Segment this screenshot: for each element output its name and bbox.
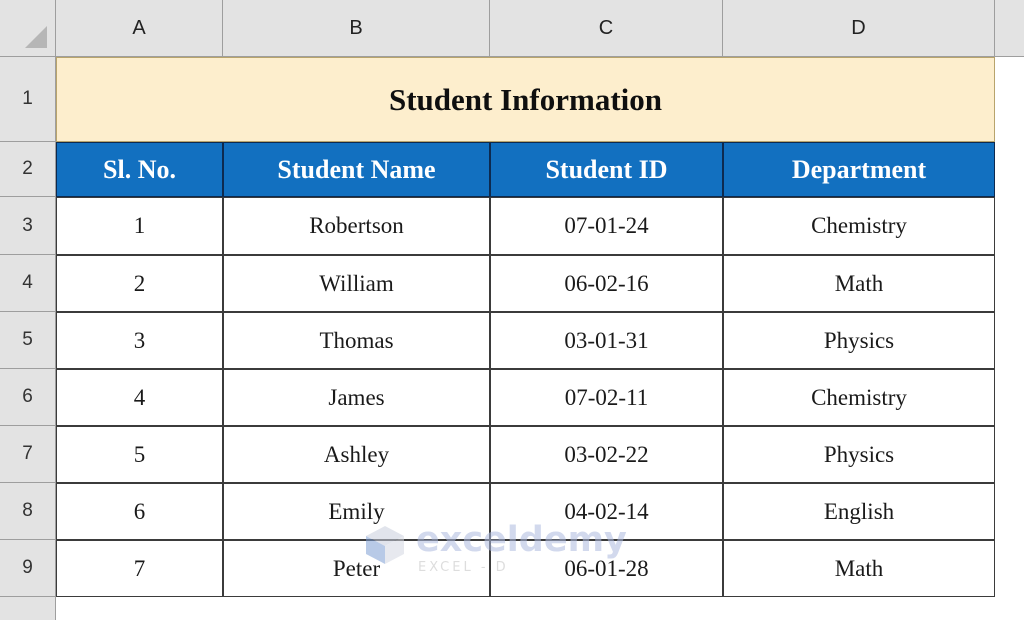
row-header-7[interactable]: 7 — [0, 426, 56, 483]
table-row[interactable]: 4 — [56, 369, 223, 426]
column-header-a[interactable]: A — [56, 0, 223, 56]
row-header-5[interactable]: 5 — [0, 312, 56, 369]
cell-department: Physics — [823, 327, 895, 353]
cell-sl-no: 2 — [133, 270, 146, 296]
cell-department: Physics — [823, 441, 895, 467]
column-header-c-label: C — [598, 16, 614, 39]
row-header-6[interactable]: 6 — [0, 369, 56, 426]
table-row[interactable]: Physics — [723, 426, 995, 483]
cell-student-id: 03-02-22 — [564, 441, 649, 467]
table-row[interactable]: Thomas — [223, 312, 490, 369]
cell-student-name: Peter — [332, 555, 381, 581]
table-row[interactable]: Chemistry — [723, 369, 995, 426]
table-row[interactable]: Physics — [723, 312, 995, 369]
row-header-7-label: 7 — [22, 443, 33, 464]
table-row[interactable]: 06-01-28 — [490, 540, 723, 597]
cell-student-name: Emily — [328, 498, 385, 524]
table-row[interactable]: 1 — [56, 197, 223, 255]
column-header-b-label: B — [349, 16, 363, 39]
cell-department: Math — [834, 555, 884, 581]
row-header-1[interactable]: 1 — [0, 57, 56, 142]
table-row[interactable]: Math — [723, 255, 995, 312]
cell-department: Chemistry — [811, 384, 907, 410]
cell-sl-no: 7 — [133, 555, 146, 581]
table-row[interactable]: 6 — [56, 483, 223, 540]
column-header-e[interactable] — [995, 0, 1024, 56]
column-header-d-label: D — [851, 16, 866, 39]
row-header-10[interactable] — [0, 597, 56, 620]
cell-student-name: James — [328, 384, 385, 410]
cell-student-id: 06-01-28 — [564, 555, 649, 581]
cell-department: Chemistry — [811, 213, 907, 238]
cell-student-id: 07-01-24 — [564, 213, 649, 238]
table-row[interactable]: 07-01-24 — [490, 197, 723, 255]
table-row[interactable]: Chemistry — [723, 197, 995, 255]
table-row[interactable]: Robertson — [223, 197, 490, 255]
table-row[interactable]: 3 — [56, 312, 223, 369]
column-header-a-label: A — [132, 16, 146, 39]
cell-sl-no: 3 — [133, 327, 146, 353]
table-row[interactable]: 5 — [56, 426, 223, 483]
cell-sl-no: 4 — [133, 384, 146, 410]
cell-student-name: William — [319, 270, 394, 296]
cell-student-name: Robertson — [309, 213, 404, 238]
cell-student-name: Thomas — [319, 327, 394, 353]
row-header-9-label: 9 — [22, 557, 33, 578]
row-header-4[interactable]: 4 — [0, 255, 56, 312]
cell-department: Math — [834, 270, 884, 296]
table-row[interactable]: Emily — [223, 483, 490, 540]
table-header-sl-no[interactable]: Sl. No. — [56, 142, 223, 197]
row-header-2[interactable]: 2 — [0, 142, 56, 197]
column-header-c[interactable]: C — [490, 0, 723, 56]
table-header-student-id-label: Student ID — [545, 154, 668, 184]
table-header-student-name-label: Student Name — [277, 154, 436, 184]
table-row[interactable]: James — [223, 369, 490, 426]
cell-student-id: 04-02-14 — [564, 498, 649, 524]
empty-column-e-area[interactable] — [995, 57, 1024, 620]
table-header-student-name[interactable]: Student Name — [223, 142, 490, 197]
table-header-student-id[interactable]: Student ID — [490, 142, 723, 197]
row-header-6-label: 6 — [22, 386, 33, 407]
row-header-8[interactable]: 8 — [0, 483, 56, 540]
table-header-sl-no-label: Sl. No. — [103, 154, 176, 184]
row-header-3[interactable]: 3 — [0, 197, 56, 255]
page-title: Student Information — [388, 81, 662, 117]
select-all-triangle-icon — [25, 26, 47, 48]
table-row[interactable]: 03-02-22 — [490, 426, 723, 483]
column-header-b[interactable]: B — [223, 0, 490, 56]
row-header-3-label: 3 — [22, 214, 33, 236]
row-header-2-label: 2 — [22, 158, 33, 179]
cell-student-id: 06-02-16 — [564, 270, 649, 296]
row-header-1-label: 1 — [22, 88, 33, 109]
row-header-9[interactable]: 9 — [0, 540, 56, 597]
cell-student-id: 07-02-11 — [564, 384, 649, 410]
cell-title-a1[interactable]: Student Information — [56, 57, 995, 142]
table-row[interactable]: English — [723, 483, 995, 540]
table-header-department[interactable]: Department — [723, 142, 995, 197]
cell-sl-no: 1 — [133, 213, 146, 238]
row-header-8-label: 8 — [22, 500, 33, 521]
table-row[interactable]: 07-02-11 — [490, 369, 723, 426]
table-row[interactable]: 03-01-31 — [490, 312, 723, 369]
table-row[interactable]: Ashley — [223, 426, 490, 483]
cell-department: English — [823, 498, 895, 524]
table-row[interactable]: William — [223, 255, 490, 312]
table-row[interactable]: Peter — [223, 540, 490, 597]
table-header-department-label: Department — [791, 154, 927, 184]
select-all-corner[interactable] — [0, 0, 56, 56]
table-row[interactable]: 06-02-16 — [490, 255, 723, 312]
table-row[interactable]: 04-02-14 — [490, 483, 723, 540]
row-header-5-label: 5 — [22, 329, 33, 350]
spreadsheet-grid: A B C D 1 2 3 4 5 6 7 8 9 Student Inform… — [0, 0, 1024, 620]
table-row[interactable]: 7 — [56, 540, 223, 597]
cell-student-name: Ashley — [323, 441, 390, 467]
cell-sl-no: 5 — [133, 441, 146, 467]
cell-student-id: 03-01-31 — [564, 327, 649, 353]
row-header-4-label: 4 — [22, 272, 33, 293]
column-header-d[interactable]: D — [723, 0, 995, 56]
table-row[interactable]: 2 — [56, 255, 223, 312]
empty-row-10-area[interactable] — [56, 597, 995, 620]
cell-sl-no: 6 — [133, 498, 146, 524]
table-row[interactable]: Math — [723, 540, 995, 597]
